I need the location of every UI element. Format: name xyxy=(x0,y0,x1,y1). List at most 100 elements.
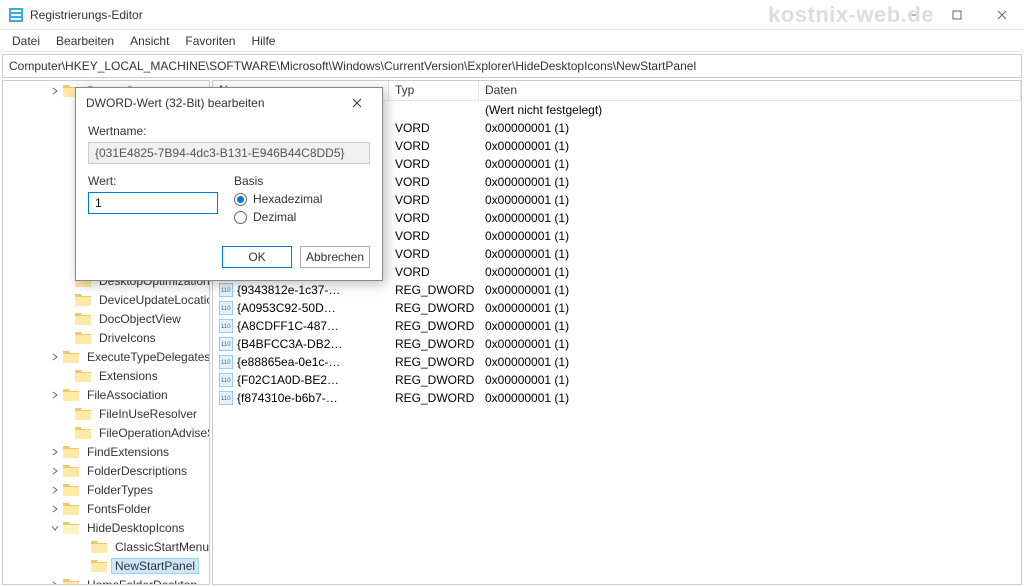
tree-item[interactable]: DeviceUpdateLocatior xyxy=(3,290,209,309)
row-name: {e88865ea-0e1c-… xyxy=(237,355,340,369)
menu-help[interactable]: Hilfe xyxy=(243,32,283,50)
dword-icon: 110 xyxy=(219,355,233,369)
close-button[interactable] xyxy=(979,0,1024,30)
row-type: REG_DWORD xyxy=(389,391,479,405)
folder-icon xyxy=(63,464,79,477)
svg-text:110: 110 xyxy=(221,360,231,366)
dword-icon: 110 xyxy=(219,301,233,315)
address-bar[interactable]: Computer\HKEY_LOCAL_MACHINE\SOFTWARE\Mic… xyxy=(2,54,1022,78)
dialog-titlebar[interactable]: DWORD-Wert (32-Bit) bearbeiten xyxy=(76,88,382,118)
chevron-right-icon[interactable] xyxy=(49,85,61,97)
row-data: 0x00000001 (1) xyxy=(479,355,1021,369)
row-name: {F02C1A0D-BE2… xyxy=(237,373,339,387)
dialog-title: DWORD-Wert (32-Bit) bearbeiten xyxy=(86,96,342,110)
value-data-input[interactable] xyxy=(88,192,218,214)
folder-icon xyxy=(63,578,79,585)
tree-item-label: Extensions xyxy=(95,369,162,383)
tree-item[interactable]: FileOperationAdviseSi xyxy=(3,423,209,442)
list-row[interactable]: 110{A8CDFF1C-487…REG_DWORD0x00000001 (1) xyxy=(213,317,1021,335)
radio-hex[interactable]: Hexadezimal xyxy=(234,192,322,206)
radio-dec[interactable]: Dezimal xyxy=(234,210,322,224)
col-header-type[interactable]: Typ xyxy=(389,81,479,100)
tree-item[interactable]: HideDesktopIcons xyxy=(3,518,209,537)
value-data-label: Wert: xyxy=(88,174,218,188)
app-icon xyxy=(8,7,24,23)
menu-edit[interactable]: Bearbeiten xyxy=(48,32,122,50)
tree-item[interactable]: NewStartPanel xyxy=(3,556,209,575)
row-data: 0x00000001 (1) xyxy=(479,391,1021,405)
chevron-right-icon[interactable] xyxy=(49,579,61,586)
chevron-right-icon[interactable] xyxy=(49,351,61,363)
chevron-right-icon[interactable] xyxy=(49,503,61,515)
tree-item-label: NewStartPanel xyxy=(111,558,199,574)
tree-item[interactable]: ExecuteTypeDelegates xyxy=(3,347,209,366)
row-data: 0x00000001 (1) xyxy=(479,265,1021,279)
menu-favorites[interactable]: Favoriten xyxy=(177,32,243,50)
chevron-right-icon[interactable] xyxy=(49,446,61,458)
col-header-data[interactable]: Daten xyxy=(479,81,1021,100)
menubar: Datei Bearbeiten Ansicht Favoriten Hilfe xyxy=(0,30,1024,52)
list-row[interactable]: 110 {e88865ea-0e1c-… REG_DWORD0x00000001 (… xyxy=(213,353,1021,371)
dword-icon: 110 xyxy=(219,391,233,405)
tree-item[interactable]: DriveIcons xyxy=(3,328,209,347)
row-data: 0x00000001 (1) xyxy=(479,283,1021,297)
row-type: REG_DWORD xyxy=(389,355,479,369)
row-name: {9343812e-1c37-… xyxy=(237,283,340,297)
row-type: VORD xyxy=(389,139,479,153)
tree-item[interactable]: Extensions xyxy=(3,366,209,385)
row-data: 0x00000001 (1) xyxy=(479,121,1021,135)
row-data: (Wert nicht festgelegt) xyxy=(479,103,1021,117)
tree-item-label: FileOperationAdviseSi xyxy=(95,426,210,440)
row-type: VORD xyxy=(389,247,479,261)
cancel-button[interactable]: Abbrechen xyxy=(300,246,370,268)
list-row[interactable]: 110{B4BFCC3A-DB2…REG_DWORD0x00000001 (1) xyxy=(213,335,1021,353)
dword-icon: 110 xyxy=(219,337,233,351)
chevron-down-icon[interactable] xyxy=(49,522,61,534)
dword-icon: 110 xyxy=(219,283,233,297)
maximize-button[interactable] xyxy=(934,0,979,30)
chevron-right-icon[interactable] xyxy=(49,389,61,401)
row-type: REG_DWORD xyxy=(389,337,479,351)
value-name-field[interactable]: {031E4825-7B94-4dc3-B131-E946B44C8DD5} xyxy=(88,142,370,164)
ok-button[interactable]: OK xyxy=(222,246,292,268)
row-name: {A8CDFF1C-487… xyxy=(237,319,339,333)
folder-icon xyxy=(75,369,91,382)
tree-item[interactable]: FolderDescriptions xyxy=(3,461,209,480)
dialog-close-button[interactable] xyxy=(342,88,372,118)
row-name: {A0953C92-50D… xyxy=(237,301,336,315)
row-data: 0x00000001 (1) xyxy=(479,175,1021,189)
svg-text:110: 110 xyxy=(221,306,231,312)
menu-file[interactable]: Datei xyxy=(4,32,48,50)
tree-item[interactable]: ClassicStartMenu xyxy=(3,537,209,556)
row-name: {B4BFCC3A-DB2… xyxy=(237,337,342,351)
window-title: Registrierungs-Editor xyxy=(30,8,889,22)
tree-item[interactable]: FileAssociation xyxy=(3,385,209,404)
tree-item[interactable]: FontsFolder xyxy=(3,499,209,518)
row-data: 0x00000001 (1) xyxy=(479,157,1021,171)
chevron-right-icon[interactable] xyxy=(49,465,61,477)
row-data: 0x00000001 (1) xyxy=(479,301,1021,315)
row-data: 0x00000001 (1) xyxy=(479,193,1021,207)
minimize-button[interactable] xyxy=(889,0,934,30)
folder-icon xyxy=(63,483,79,496)
chevron-right-icon[interactable] xyxy=(49,484,61,496)
row-type: VORD xyxy=(389,229,479,243)
svg-text:110: 110 xyxy=(221,324,231,330)
radio-hex-label: Hexadezimal xyxy=(253,192,322,206)
list-row[interactable]: 110{A0953C92-50D…REG_DWORD0x00000001 (1) xyxy=(213,299,1021,317)
svg-text:110: 110 xyxy=(221,342,231,348)
tree-item-label: FontsFolder xyxy=(83,502,155,516)
menu-view[interactable]: Ansicht xyxy=(122,32,177,50)
folder-icon xyxy=(75,407,91,420)
tree-item[interactable]: FileInUseResolver xyxy=(3,404,209,423)
dword-icon: 110 xyxy=(219,373,233,387)
tree-item[interactable]: FindExtensions xyxy=(3,442,209,461)
tree-item[interactable]: FolderTypes xyxy=(3,480,209,499)
list-row[interactable]: 110{9343812e-1c37-…REG_DWORD0x00000001 (… xyxy=(213,281,1021,299)
dword-icon: 110 xyxy=(219,319,233,333)
tree-item[interactable]: HomeFolderDesktop xyxy=(3,575,209,585)
list-row[interactable]: 110{F02C1A0D-BE2…REG_DWORD0x00000001 (1) xyxy=(213,371,1021,389)
tree-item-label: ClassicStartMenu xyxy=(111,540,210,554)
list-row[interactable]: 110{f874310e-b6b7-…REG_DWORD0x00000001 (… xyxy=(213,389,1021,407)
tree-item[interactable]: DocObjectView xyxy=(3,309,209,328)
